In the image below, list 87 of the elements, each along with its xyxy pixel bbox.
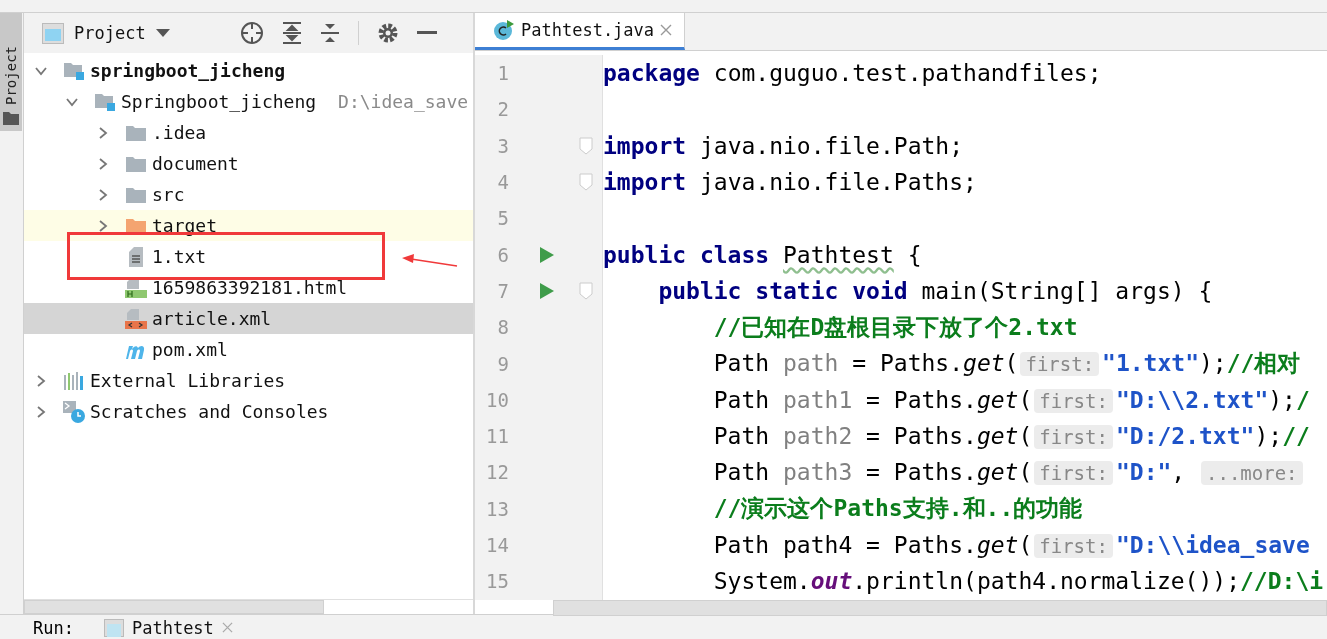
- module-folder-icon: [94, 91, 116, 112]
- code-line: //已知在D盘根目录下放了个2.txt: [712, 312, 1078, 342]
- line-number: 2: [496, 98, 509, 121]
- line-number: 11: [485, 425, 509, 448]
- code-line: System.out.println(path4.normalize());//D:\i: [712, 568, 1324, 595]
- folder-icon: [3, 111, 19, 125]
- line-number: 1: [496, 62, 509, 85]
- close-icon[interactable]: [660, 24, 673, 36]
- line-number: 15: [485, 570, 509, 593]
- tree-row[interactable]: springboot_jicheng: [24, 55, 473, 86]
- tree-row[interactable]: target: [24, 210, 473, 241]
- tree-row[interactable]: 1659863392181.html: [24, 272, 473, 303]
- tree-item-label: document: [152, 153, 239, 174]
- tree-row[interactable]: Scratches and Consoles: [24, 396, 473, 427]
- tab-label: Pathtest.java: [521, 20, 655, 40]
- tree-row[interactable]: 1.txt: [24, 241, 473, 272]
- fold-marker-icon[interactable]: [579, 173, 593, 192]
- run-label: Run:: [33, 617, 74, 638]
- tree-item-label: springboot_jicheng: [90, 60, 286, 81]
- arrow: [401, 254, 459, 268]
- code-line: //演示这个Paths支持.和..的功能: [712, 494, 1083, 524]
- tree-row[interactable]: pom.xml: [24, 334, 473, 365]
- tree-row[interactable]: document: [24, 148, 473, 179]
- line-number: 13: [485, 497, 509, 520]
- line-number: 8: [496, 316, 509, 339]
- code-line: public static void main(String[] args) {: [657, 277, 1213, 304]
- line-number: 3: [496, 134, 509, 157]
- collapse-all-icon[interactable]: [319, 21, 340, 45]
- code-line: import java.nio.file.Path;: [603, 132, 964, 159]
- code-line: package com.guguo.test.pathandfiles;: [603, 60, 1102, 87]
- tree-row[interactable]: src: [24, 179, 473, 210]
- tree-item-label: pom.xml: [152, 339, 228, 360]
- libraries-icon: [63, 370, 85, 391]
- fold-marker-icon[interactable]: [579, 136, 593, 155]
- folder-icon: [125, 154, 147, 173]
- class-file-icon: [493, 19, 515, 41]
- line-number: 10: [485, 388, 509, 411]
- scrollbar-thumb[interactable]: [24, 600, 324, 614]
- tree-item-label: External Libraries: [90, 370, 286, 391]
- scratches-icon: [62, 399, 86, 424]
- tree-item-label: article.xml: [152, 308, 272, 329]
- scrollbar-thumb[interactable]: [553, 600, 1327, 616]
- window-icon: [103, 618, 124, 637]
- folder-icon: [125, 123, 147, 142]
- tree-item-label: Scratches and Consoles: [90, 401, 329, 422]
- folder-icon: [125, 185, 147, 204]
- line-number: 14: [485, 534, 509, 556]
- run-icon[interactable]: [539, 281, 555, 300]
- code-line: public class Pathtest {: [603, 241, 922, 268]
- run-tab[interactable]: Pathtest: [103, 617, 233, 638]
- module-path: D:\idea_save: [338, 91, 469, 112]
- xml-file-icon: [124, 307, 148, 330]
- fold-marker-icon[interactable]: [579, 281, 593, 300]
- panel-title: Project: [74, 23, 146, 43]
- run-icon[interactable]: [539, 245, 555, 264]
- line-number: 5: [496, 207, 509, 230]
- code-line: Path path = Paths.get( first: "1.txt");//相对: [712, 349, 1301, 379]
- editor-tab[interactable]: Pathtest.java: [475, 13, 686, 50]
- locate-icon[interactable]: [239, 21, 264, 45]
- line-number: 9: [496, 352, 509, 375]
- expand-all-icon[interactable]: [281, 21, 302, 45]
- line-number: 12: [485, 461, 509, 484]
- tree-item-label: 1659863392181.html: [152, 277, 348, 298]
- window-icon: [42, 22, 64, 44]
- code-line: Path path4 = Paths.get( first: "D:\\idea_save: [712, 532, 1310, 558]
- code-line: Path path2 = Paths.get( first: "D:/2.txt");//: [712, 423, 1310, 450]
- tree-item-label: Springboot_jicheng: [121, 91, 317, 112]
- minimize-icon[interactable]: [416, 31, 437, 35]
- text-file-icon: [128, 245, 144, 268]
- tree-row[interactable]: article.xml: [24, 303, 473, 334]
- line-number: 7: [496, 279, 509, 302]
- line-number: 6: [496, 243, 509, 266]
- tree-item-label: 1.txt: [152, 246, 207, 267]
- tree-item-label: .idea: [152, 122, 207, 143]
- code-line: Path path1 = Paths.get( first: "D:\\2.txt");/: [712, 386, 1310, 413]
- settings-icon[interactable]: [376, 22, 399, 44]
- tree-row[interactable]: Springboot_jicheng D:\idea_save: [24, 86, 473, 117]
- line-number: 4: [496, 171, 509, 194]
- tree-row[interactable]: .idea: [24, 117, 473, 148]
- code-line: import java.nio.file.Paths;: [603, 169, 977, 196]
- dropdown-caret-icon[interactable]: [155, 29, 170, 37]
- code-line: Path path3 = Paths.get( first: "D:", ...more:: [603, 459, 1306, 486]
- module-folder-icon: [63, 60, 85, 81]
- tree-item-label: target: [152, 215, 218, 236]
- tool-window-tab[interactable]: Project: [0, 13, 22, 131]
- tree-row[interactable]: External Libraries: [24, 365, 473, 396]
- tree-item-label: src: [152, 184, 185, 205]
